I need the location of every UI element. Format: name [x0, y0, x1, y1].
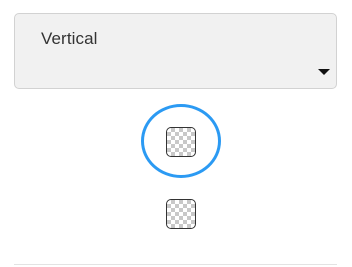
transparent-swatch[interactable] [166, 199, 196, 229]
transparent-swatch-selected[interactable] [166, 127, 196, 157]
divider [14, 264, 337, 265]
panel: Vertical [0, 0, 352, 267]
orientation-select-value: Vertical [41, 29, 98, 48]
orientation-select[interactable]: Vertical [14, 13, 337, 89]
chevron-down-icon [318, 69, 330, 75]
